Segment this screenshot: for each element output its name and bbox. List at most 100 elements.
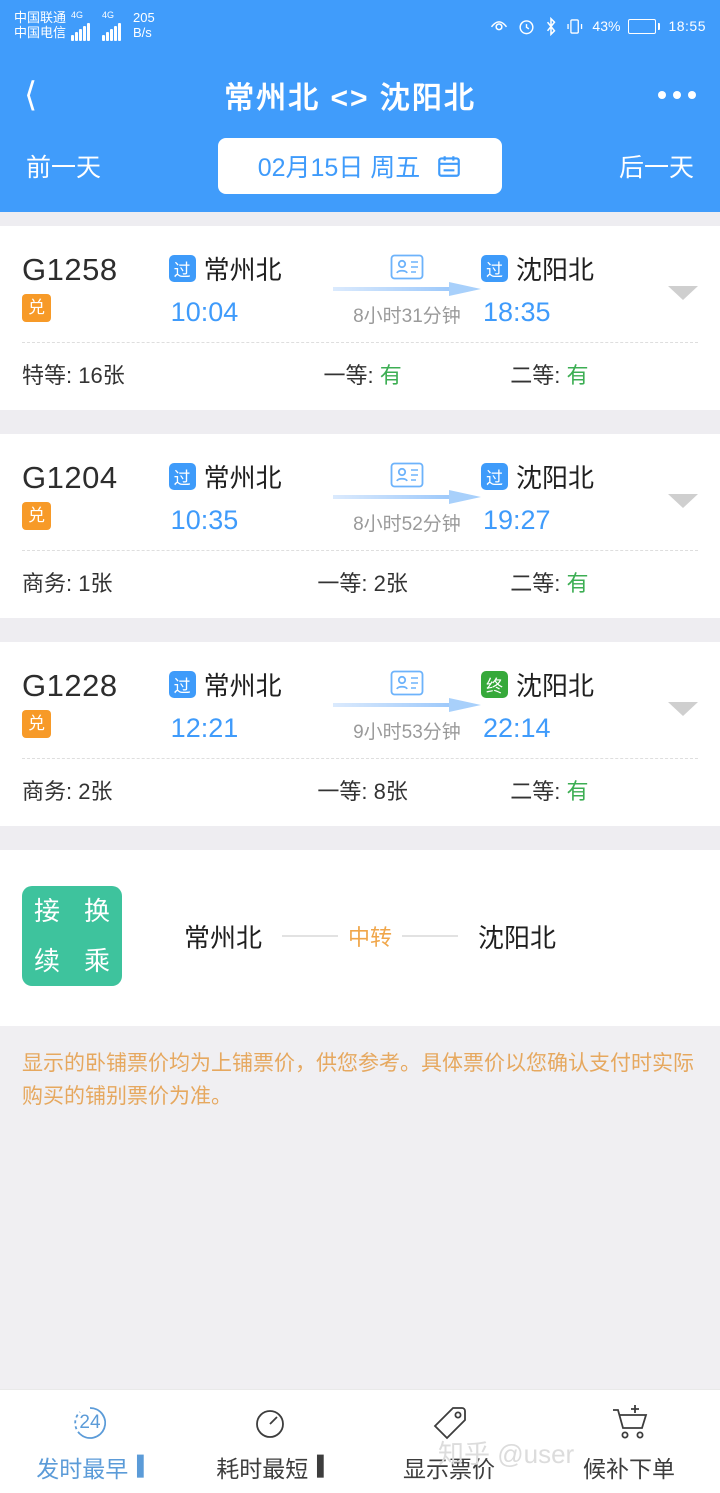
train-number-block: G1228 兑 bbox=[22, 666, 169, 738]
train-summary-row: G1204 兑 过 常州北 10:35 8小时52分钟 过 沈阳北 19:27 bbox=[22, 434, 698, 550]
departure-stop-type-badge: 过 bbox=[168, 671, 196, 698]
expand-train-button[interactable] bbox=[645, 666, 698, 716]
departure-station: 常州北 bbox=[203, 255, 282, 285]
seat-class-value: 有 bbox=[379, 363, 402, 388]
seat-class-label: 二等: bbox=[510, 571, 561, 596]
seat-class-item[interactable]: 二等: 有 bbox=[472, 774, 697, 806]
arrival-time: 19:27 bbox=[482, 505, 551, 535]
train-number-block: G1258 兑 bbox=[22, 250, 169, 322]
seat-class-label: 一等: bbox=[317, 779, 368, 804]
journey-middle: 9小时53分钟 bbox=[332, 666, 481, 744]
seat-class-item[interactable]: 二等: 有 bbox=[472, 566, 697, 598]
journey-duration: 8小时31分钟 bbox=[353, 306, 461, 327]
journey-middle: 8小时31分钟 bbox=[332, 250, 481, 328]
more-dots-icon[interactable] bbox=[636, 91, 696, 99]
exchange-badge: 兑 bbox=[22, 502, 51, 530]
seat-class-value: 2张 bbox=[78, 779, 113, 804]
departure-block: 过 常州北 12:21 bbox=[168, 666, 333, 744]
seat-class-value: 有 bbox=[566, 779, 589, 804]
date-label: 02月15日 周五 bbox=[257, 154, 421, 182]
price-tag-icon bbox=[428, 1400, 472, 1446]
list-gap bbox=[0, 410, 720, 434]
bottom-nav-item[interactable]: 耗时最短 ▐ bbox=[180, 1400, 360, 1484]
bottom-nav-text: 发时最早 bbox=[36, 1455, 129, 1482]
train-number: G1258 bbox=[22, 252, 118, 287]
date-picker-button[interactable]: 02月15日 周五 bbox=[218, 138, 502, 194]
train-summary-row: G1258 兑 过 常州北 10:04 8小时31分钟 过 沈阳北 18:35 bbox=[22, 226, 698, 342]
bluetooth-icon bbox=[544, 16, 558, 36]
train-card[interactable]: G1258 兑 过 常州北 10:04 8小时31分钟 过 沈阳北 18:35 … bbox=[0, 226, 720, 410]
stopwatch-icon bbox=[249, 1400, 291, 1446]
journey-duration: 8小时52分钟 bbox=[353, 514, 461, 535]
departure-time: 12:21 bbox=[170, 713, 239, 743]
seat-class-value: 2张 bbox=[373, 571, 408, 596]
train-card[interactable]: G1204 兑 过 常州北 10:35 8小时52分钟 过 沈阳北 19:27 … bbox=[0, 434, 720, 618]
bottom-nav-item[interactable]: 24 发时最早 ▐ bbox=[0, 1400, 180, 1484]
seat-class-item[interactable]: 一等: 2张 bbox=[247, 566, 472, 598]
transfer-badge-char: 续 bbox=[33, 946, 60, 976]
exchange-badge: 兑 bbox=[22, 294, 51, 322]
departure-station: 常州北 bbox=[203, 671, 282, 701]
eye-icon bbox=[489, 16, 509, 36]
list-gap bbox=[0, 618, 720, 642]
seat-availability-row: 特等: 16张 一等: 有 二等: 有 bbox=[22, 342, 698, 410]
transfer-mid: 中转 bbox=[282, 920, 459, 952]
departure-time: 10:35 bbox=[170, 505, 239, 535]
price-notice: 显示的卧铺票价均为上铺票价，供您参考。具体票价以您确认支付时实际购买的铺别票价为… bbox=[0, 1026, 720, 1114]
direction-arrow-icon bbox=[332, 698, 481, 712]
transfer-from-station: 常州北 bbox=[184, 922, 263, 953]
seat-class-value: 有 bbox=[566, 571, 589, 596]
seat-class-label: 一等: bbox=[323, 363, 374, 388]
signal-icon-2: 4G bbox=[102, 10, 125, 41]
list-gap bbox=[0, 826, 720, 850]
cart-plus-icon bbox=[608, 1400, 652, 1446]
bottom-spacer bbox=[0, 1113, 720, 1354]
expand-train-button[interactable] bbox=[645, 458, 698, 508]
seat-class-item[interactable]: 二等: 有 bbox=[472, 358, 697, 390]
network-type-1: 4G bbox=[71, 10, 84, 20]
transfer-to-station: 沈阳北 bbox=[478, 922, 557, 953]
status-bar: 中国联通 中国电信 4G 4G 205 B/s 43% 18:55 bbox=[0, 0, 720, 52]
arrival-stop-type-badge: 终 bbox=[480, 671, 508, 698]
clock-24-icon: 24 bbox=[69, 1400, 111, 1446]
prev-day-button[interactable]: 前一天 bbox=[26, 148, 101, 184]
bottom-nav-text: 显示票价 bbox=[403, 1455, 495, 1482]
transfer-badge-char: 换 bbox=[83, 896, 110, 926]
seat-class-item[interactable]: 一等: 8张 bbox=[247, 774, 472, 806]
seat-class-label: 二等: bbox=[510, 363, 561, 388]
status-bar-left: 中国联通 中国电信 4G 4G 205 B/s bbox=[14, 10, 155, 41]
arrival-stop-type-badge: 过 bbox=[480, 255, 508, 282]
seat-class-item[interactable]: 一等: 有 bbox=[247, 358, 472, 390]
network-speed: 205 B/s bbox=[133, 11, 155, 40]
signal-icon-1: 4G bbox=[71, 10, 94, 41]
seat-class-item[interactable]: 商务: 2张 bbox=[22, 774, 247, 806]
train-card[interactable]: G1228 兑 过 常州北 12:21 9小时53分钟 终 沈阳北 22:14 … bbox=[0, 642, 720, 826]
seat-availability-row: 商务: 1张 一等: 2张 二等: 有 bbox=[22, 550, 698, 618]
signal-bars-group: 4G 4G bbox=[71, 10, 125, 41]
carrier-2: 中国电信 bbox=[14, 25, 67, 40]
departure-block: 过 常州北 10:04 bbox=[168, 250, 333, 328]
arrival-stop-type-badge: 过 bbox=[480, 463, 508, 490]
network-type-2: 4G bbox=[102, 10, 115, 20]
direction-arrow-icon bbox=[332, 490, 481, 504]
seat-class-value: 16张 bbox=[78, 363, 125, 388]
journey-middle: 8小时52分钟 bbox=[332, 458, 481, 536]
transfer-label: 中转 bbox=[348, 925, 393, 950]
arrival-station: 沈阳北 bbox=[515, 671, 594, 701]
seat-class-label: 一等: bbox=[317, 571, 368, 596]
bottom-nav-item[interactable]: 候补下单 bbox=[540, 1400, 720, 1484]
expand-train-button[interactable] bbox=[645, 250, 698, 300]
bottom-nav-item[interactable]: 显示票价 bbox=[360, 1400, 540, 1484]
back-button[interactable]: ⟨ bbox=[24, 78, 64, 112]
next-day-button[interactable]: 后一天 bbox=[619, 148, 694, 184]
transfer-option-card[interactable]: 接 换 续 乘 常州北 中转 沈阳北 bbox=[0, 850, 720, 1026]
seat-class-item[interactable]: 商务: 1张 bbox=[22, 566, 247, 598]
id-card-icon bbox=[390, 462, 424, 488]
calendar-icon bbox=[436, 153, 462, 179]
bottom-nav-label: 候补下单 bbox=[583, 1450, 677, 1484]
train-summary-row: G1228 兑 过 常州北 12:21 9小时53分钟 终 沈阳北 22:14 bbox=[22, 642, 698, 758]
carrier-1: 中国联通 bbox=[14, 10, 67, 26]
seat-class-item[interactable]: 特等: 16张 bbox=[22, 358, 247, 390]
status-bar-clock: 18:55 bbox=[668, 18, 706, 34]
speed-unit: B/s bbox=[133, 25, 152, 40]
